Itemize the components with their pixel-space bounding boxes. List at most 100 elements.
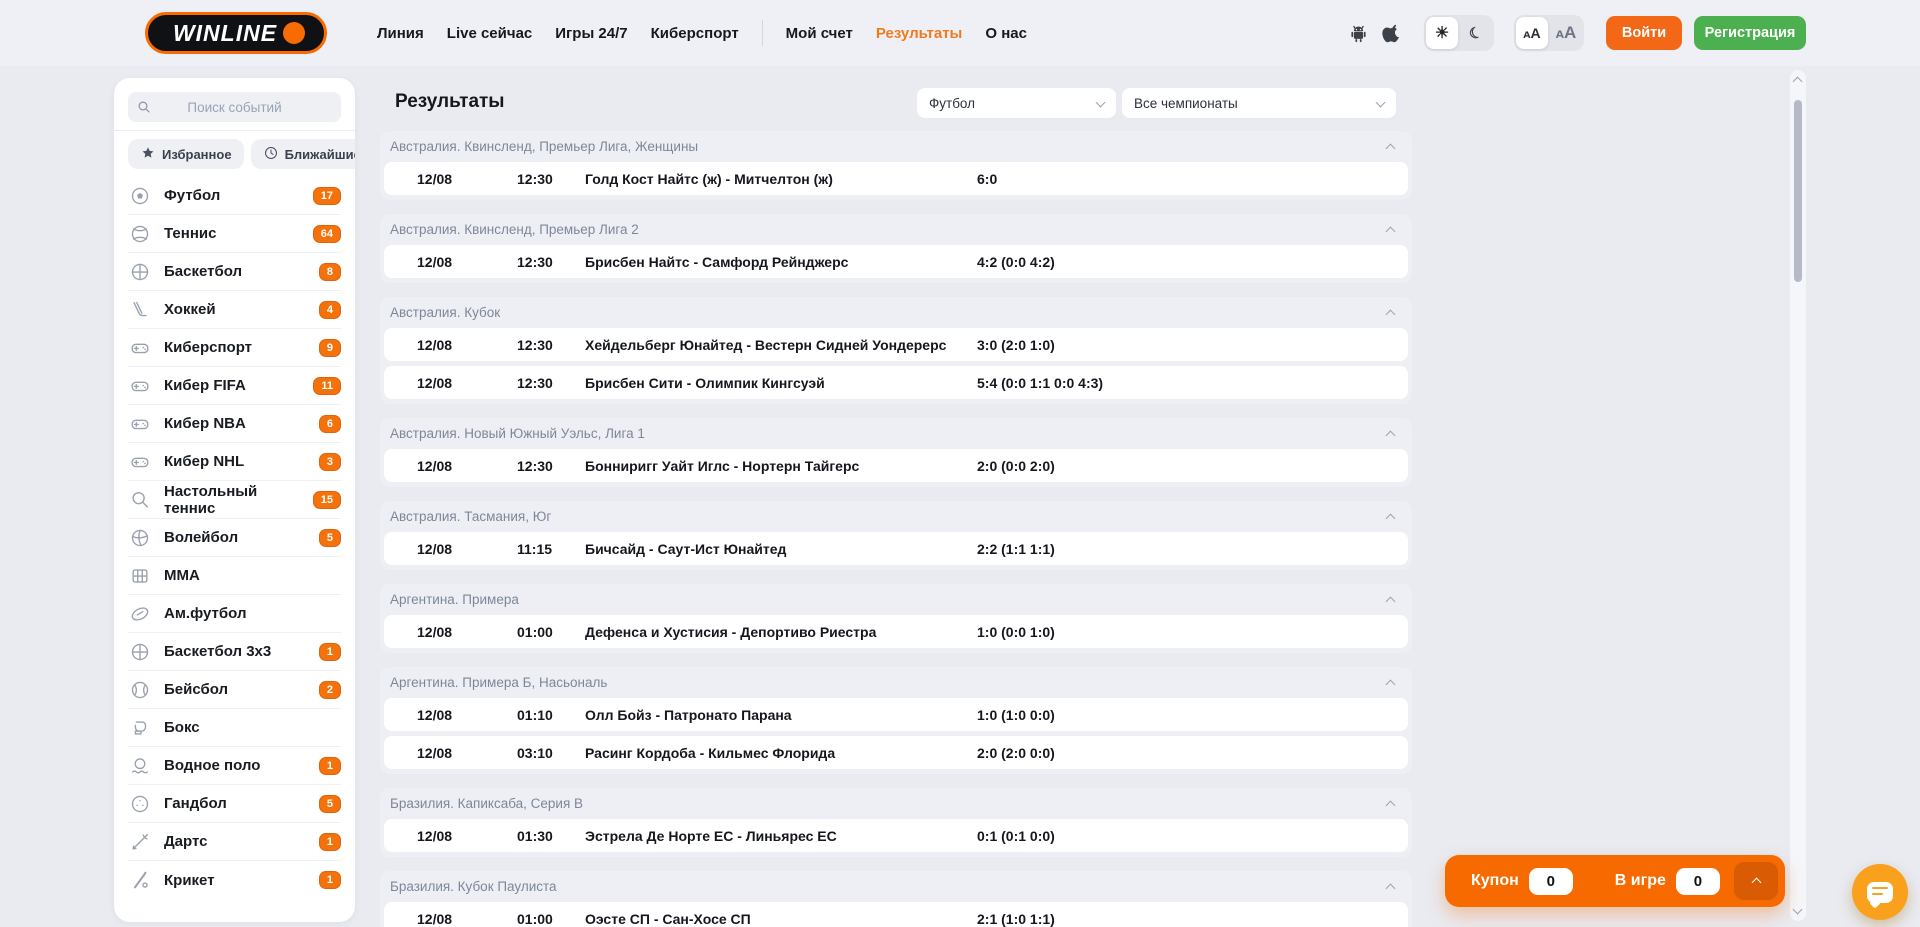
sidebar-item-am-football[interactable]: Ам.футбол (128, 595, 341, 633)
match-row[interactable]: 12/08 01:10 Олл Бойз - Патронато Парана … (384, 698, 1408, 731)
nav-results[interactable]: Результаты (876, 25, 962, 42)
group-header[interactable]: Австралия. Кубок (380, 297, 1412, 328)
match-row[interactable]: 12/08 03:10 Расинг Кордоба - Кильмес Фло… (384, 736, 1408, 769)
group-header[interactable]: Бразилия. Кубок Паулиста (380, 871, 1412, 902)
sidebar-item-volleyball[interactable]: Волейбол 5 (128, 519, 341, 557)
results-group: Австралия. Квинсленд, Премьер Лига 2 12/… (380, 214, 1412, 283)
event-count-badge: 2 (319, 681, 341, 699)
boxing-icon (128, 716, 152, 740)
match-teams: Брисбен Найтс - Самфорд Рейнджерс (585, 254, 977, 270)
nav-live[interactable]: Live сейчас (447, 25, 532, 42)
sidebar-item-baseball[interactable]: Бейсбол 2 (128, 671, 341, 709)
collapse-icon (1386, 310, 1396, 320)
match-row[interactable]: 12/08 01:00 Дефенса и Хустисия - Депорти… (384, 615, 1408, 648)
dark-theme-button[interactable]: ☾ (1460, 17, 1492, 49)
match-date: 12/08 (417, 541, 517, 557)
amfootball-icon (128, 602, 152, 626)
light-theme-button[interactable]: ☀ (1426, 17, 1458, 49)
sidebar-item-cyber-fifa[interactable]: Кибер FIFA 11 (128, 367, 341, 405)
sidebar-item-basketball-3x3[interactable]: Баскетбол 3х3 1 (128, 633, 341, 671)
sidebar-item-cyber-nhl[interactable]: Кибер NHL 3 (128, 443, 341, 481)
search-box (128, 92, 341, 122)
match-row[interactable]: 12/08 11:15 Бичсайд - Саут-Ист Юнайтед 2… (384, 532, 1408, 565)
nav-cybersport[interactable]: Киберспорт (651, 25, 739, 42)
nav-liniya[interactable]: Линия (377, 25, 424, 42)
scrollbar-thumb[interactable] (1794, 100, 1802, 282)
sport-label: Ам.футбол (164, 605, 246, 622)
group-header[interactable]: Австралия. Квинсленд, Премьер Лига 2 (380, 214, 1412, 245)
search-wrap (114, 78, 355, 130)
sidebar-item-hockey[interactable]: Хоккей 4 (128, 291, 341, 329)
sidebar-item-cyber-nba[interactable]: Кибер NBA 6 (128, 405, 341, 443)
match-row[interactable]: 12/08 12:30 Голд Кост Найтс (ж) - Митчел… (384, 162, 1408, 195)
sidebar-item-darts[interactable]: Дартс 1 (128, 823, 341, 861)
nav-about[interactable]: О нас (985, 25, 1027, 42)
match-row[interactable]: 12/08 12:30 Брисбен Сити - Олимпик Кингс… (384, 366, 1408, 399)
chat-button[interactable] (1852, 864, 1908, 920)
search-input[interactable] (128, 92, 341, 122)
results-filters: Футбол Все чемпионаты (917, 88, 1396, 118)
sport-label: Настольный теннис (164, 483, 313, 517)
scroll-down-icon[interactable] (1793, 905, 1803, 915)
results-group: Бразилия. Капиксаба, Серия B 12/08 01:30… (380, 788, 1412, 857)
scroll-up-icon[interactable] (1793, 77, 1803, 87)
match-time: 01:00 (517, 624, 585, 640)
sport-label: Баскетбол 3х3 (164, 643, 271, 660)
filter-favorites[interactable]: Избранное (128, 139, 244, 169)
winline-logo[interactable]: WINLINE (145, 12, 327, 54)
sidebar-item-water-polo[interactable]: Водное поло 1 (128, 747, 341, 785)
group-header[interactable]: Австралия. Тасмания, Юг (380, 501, 1412, 532)
register-button[interactable]: Регистрация (1694, 16, 1806, 50)
sidebar-item-basketball[interactable]: Баскетбол 8 (128, 253, 341, 291)
sidebar-item-mma[interactable]: ММА (128, 557, 341, 595)
filter-upcoming[interactable]: Ближайшие (251, 139, 355, 169)
font-small-button[interactable]: ᴀA (1516, 17, 1548, 49)
match-score: 0:1 (0:1 0:0) (977, 828, 1408, 844)
coupon-expand-button[interactable] (1734, 862, 1778, 900)
filter-label: Избранное (162, 147, 232, 162)
match-teams: Олл Бойз - Патронато Парана (585, 707, 977, 723)
coupon-bar[interactable]: Купон 0 В игре 0 (1445, 855, 1785, 907)
results-group: Аргентина. Примера Б, Насьональ 12/08 01… (380, 667, 1412, 774)
match-row[interactable]: 12/08 12:30 Хейдельберг Юнайтед - Вестер… (384, 328, 1408, 361)
sidebar-item-handball[interactable]: Гандбол 5 (128, 785, 341, 823)
match-row[interactable]: 12/08 01:00 Оэсте СП - Сан-Хосе СП 2:1 (… (384, 902, 1408, 927)
group-header[interactable]: Австралия. Квинсленд, Премьер Лига, Женщ… (380, 131, 1412, 162)
sport-filter-select[interactable]: Футбол (917, 88, 1116, 118)
sidebar-item-boxing[interactable]: Бокс (128, 709, 341, 747)
match-row[interactable]: 12/08 12:30 Брисбен Найтс - Самфорд Рейн… (384, 245, 1408, 278)
match-time: 11:15 (517, 541, 585, 557)
sidebar-item-table-tennis[interactable]: Настольный теннис 15 (128, 481, 341, 519)
font-large-button[interactable]: ᴀA (1550, 17, 1582, 49)
android-app-icon[interactable] (1346, 21, 1370, 45)
sidebar-item-football[interactable]: Футбол 17 (128, 177, 341, 215)
nav-games-247[interactable]: Игры 24/7 (555, 25, 627, 42)
theme-toggle: ☀ ☾ (1424, 15, 1494, 51)
match-row[interactable]: 12/08 12:30 Бонниригг Уайт Иглс - Нортер… (384, 449, 1408, 482)
group-header[interactable]: Бразилия. Капиксаба, Серия B (380, 788, 1412, 819)
group-header[interactable]: Аргентина. Примера Б, Насьональ (380, 667, 1412, 698)
sport-label: Крикет (164, 872, 215, 889)
league-title: Австралия. Тасмания, Юг (380, 509, 551, 524)
sidebar-item-cricket[interactable]: Крикет 1 (128, 861, 341, 899)
match-score: 3:0 (2:0 1:0) (977, 337, 1408, 353)
match-teams: Эстрела Де Норте ЕС - Линьярес ЕС (585, 828, 977, 844)
league-title: Австралия. Новый Южный Уэльс, Лига 1 (380, 426, 645, 441)
login-button[interactable]: Войти (1606, 16, 1682, 50)
tennis-icon (128, 222, 152, 246)
nav-my-account[interactable]: Мой счет (786, 25, 853, 42)
match-time: 12:30 (517, 458, 585, 474)
sidebar-item-cybersport[interactable]: Киберспорт 9 (128, 329, 341, 367)
match-row[interactable]: 12/08 01:30 Эстрела Де Норте ЕС - Линьяр… (384, 819, 1408, 852)
group-header[interactable]: Аргентина. Примера (380, 584, 1412, 615)
match-teams: Брисбен Сити - Олимпик Кингсуэй (585, 375, 977, 391)
clock-icon (263, 145, 279, 164)
event-count-badge: 11 (313, 377, 341, 395)
championship-filter-select[interactable]: Все чемпионаты (1122, 88, 1396, 118)
apple-app-icon[interactable] (1380, 21, 1404, 45)
sidebar-item-tennis[interactable]: Теннис 64 (128, 215, 341, 253)
group-header[interactable]: Австралия. Новый Южный Уэльс, Лига 1 (380, 418, 1412, 449)
results-group: Австралия. Тасмания, Юг 12/08 11:15 Бичс… (380, 501, 1412, 570)
match-date: 12/08 (417, 707, 517, 723)
tabletennis-icon (128, 488, 152, 512)
